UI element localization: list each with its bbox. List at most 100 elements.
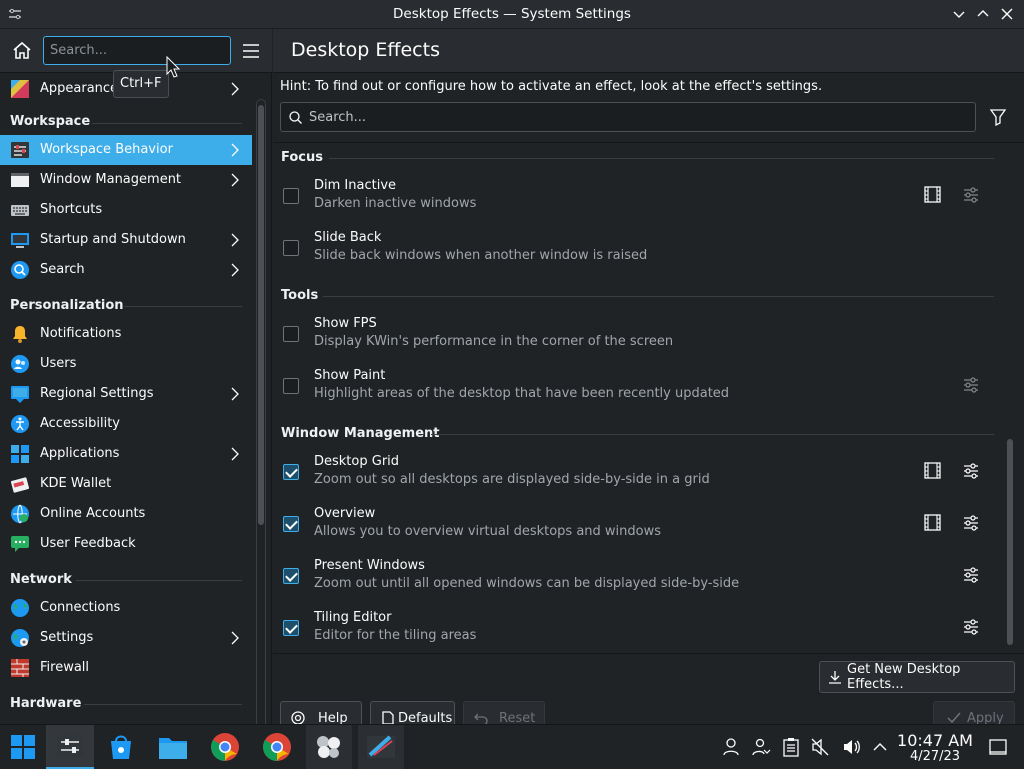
sidebar: Appearance Workspace Workspace Behavior … bbox=[0, 29, 272, 753]
taskbar-file-manager[interactable] bbox=[150, 725, 196, 769]
sidebar-item-network-settings[interactable]: Settings bbox=[0, 623, 252, 653]
show-desktop-icon[interactable] bbox=[988, 737, 1008, 757]
sidebar-item-users[interactable]: Users bbox=[0, 349, 252, 379]
configure-icon[interactable] bbox=[962, 618, 980, 636]
sidebar-search-input[interactable] bbox=[44, 37, 230, 64]
effect-checkbox[interactable] bbox=[283, 620, 299, 636]
sidebar-item-label: Search bbox=[40, 262, 85, 277]
taskbar-app-7[interactable] bbox=[306, 725, 352, 769]
file-manager-icon bbox=[159, 738, 187, 759]
globe-icon bbox=[11, 599, 29, 617]
effect-checkbox[interactable] bbox=[283, 188, 299, 204]
sidebar-item-label: Workspace Behavior bbox=[40, 142, 173, 157]
sidebar-item-user-feedback[interactable]: User Feedback bbox=[0, 529, 252, 559]
taskbar: 10:47 AM 4/27/23 bbox=[0, 724, 1024, 769]
wallet-icon bbox=[10, 477, 30, 493]
effect-checkbox[interactable] bbox=[283, 378, 299, 394]
app-launcher-icon bbox=[11, 735, 35, 759]
chevron-right-icon bbox=[231, 263, 239, 277]
sidebar-search-field[interactable] bbox=[43, 36, 231, 65]
sidebar-item-regional-settings[interactable]: Regional Settings bbox=[0, 379, 252, 409]
chevron-up-icon[interactable] bbox=[870, 737, 890, 757]
close-button[interactable] bbox=[998, 5, 1016, 23]
sidebar-item-search[interactable]: Search bbox=[0, 255, 252, 285]
group-divider bbox=[329, 158, 994, 159]
configure-icon[interactable] bbox=[962, 462, 980, 480]
mouse-cursor-icon bbox=[166, 56, 180, 78]
download-icon bbox=[829, 671, 841, 684]
effect-checkbox[interactable] bbox=[283, 240, 299, 256]
video-preview-icon[interactable] bbox=[924, 186, 941, 203]
video-preview-icon[interactable] bbox=[924, 514, 941, 531]
taskbar-discover[interactable] bbox=[98, 725, 144, 769]
group-header-tools: Tools bbox=[281, 288, 319, 303]
get-new-effects-button[interactable]: Get New Desktop Effects... bbox=[819, 661, 1015, 693]
effect-description: Slide back windows when another window i… bbox=[314, 248, 648, 263]
effect-title: Slide Back bbox=[314, 230, 382, 245]
user-switch-icon[interactable] bbox=[751, 737, 771, 757]
audio-muted-icon[interactable] bbox=[810, 737, 830, 757]
sidebar-item-window-management[interactable]: Window Management bbox=[0, 165, 252, 195]
configure-icon[interactable] bbox=[962, 376, 980, 394]
effect-checkbox[interactable] bbox=[283, 464, 299, 480]
user-icon[interactable] bbox=[721, 737, 741, 757]
taskbar-chrome-1[interactable] bbox=[202, 725, 248, 769]
sidebar-item-applications[interactable]: Applications bbox=[0, 439, 252, 469]
feedback-icon bbox=[11, 536, 29, 552]
sidebar-item-connections[interactable]: Connections bbox=[0, 593, 252, 623]
sidebar-item-startup-shutdown[interactable]: Startup and Shutdown bbox=[0, 225, 252, 255]
effects-search-input[interactable] bbox=[309, 103, 969, 131]
effect-title: Desktop Grid bbox=[314, 454, 400, 469]
filter-icon[interactable] bbox=[989, 108, 1007, 126]
section-hardware: Hardware bbox=[10, 696, 82, 711]
clock-time: 10:47 AM bbox=[897, 731, 973, 750]
users-icon bbox=[11, 355, 29, 373]
clock[interactable]: 10:47 AM 4/27/23 bbox=[896, 732, 974, 764]
workspace-behavior-icon bbox=[11, 142, 29, 158]
search-icon bbox=[11, 261, 29, 279]
effect-row-overview: Overview Allows you to overview virtual … bbox=[273, 500, 1003, 552]
appearance-icon bbox=[11, 80, 29, 98]
sidebar-item-kde-wallet[interactable]: KDE Wallet bbox=[0, 469, 252, 499]
sidebar-item-label: Settings bbox=[40, 630, 94, 645]
taskbar-app-8[interactable] bbox=[358, 725, 404, 769]
taskbar-system-settings[interactable] bbox=[46, 725, 94, 769]
chevron-right-icon bbox=[231, 233, 239, 247]
section-divider bbox=[92, 123, 242, 124]
effect-checkbox[interactable] bbox=[283, 516, 299, 532]
app-launcher-button[interactable] bbox=[0, 725, 46, 769]
sidebar-scrollbar-thumb[interactable] bbox=[258, 105, 264, 525]
configure-icon[interactable] bbox=[962, 514, 980, 532]
effect-checkbox[interactable] bbox=[283, 326, 299, 342]
sidebar-item-shortcuts[interactable]: Shortcuts bbox=[0, 195, 252, 225]
sidebar-item-firewall[interactable]: Firewall bbox=[0, 653, 252, 683]
sidebar-item-workspace-behavior[interactable]: Workspace Behavior bbox=[0, 135, 252, 165]
sidebar-header bbox=[0, 29, 272, 73]
section-divider bbox=[84, 704, 242, 705]
minimize-button[interactable] bbox=[950, 5, 968, 23]
effect-title: Show FPS bbox=[314, 316, 377, 331]
sidebar-item-accessibility[interactable]: Accessibility bbox=[0, 409, 252, 439]
taskbar-chrome-2[interactable] bbox=[254, 725, 300, 769]
sidebar-item-online-accounts[interactable]: Online Accounts bbox=[0, 499, 252, 529]
online-accounts-icon bbox=[11, 504, 29, 524]
maximize-button[interactable] bbox=[974, 5, 992, 23]
configure-icon[interactable] bbox=[962, 186, 980, 204]
hamburger-menu-icon[interactable] bbox=[241, 41, 261, 61]
accessibility-icon bbox=[11, 415, 29, 433]
page-title: Desktop Effects bbox=[291, 39, 440, 61]
chevron-right-icon bbox=[231, 631, 239, 645]
effects-scrollbar-thumb[interactable] bbox=[1007, 439, 1013, 645]
effects-search-field[interactable] bbox=[280, 102, 976, 132]
configure-icon[interactable] bbox=[962, 566, 980, 584]
title-bar[interactable]: Desktop Effects — System Settings bbox=[0, 0, 1024, 29]
effect-checkbox[interactable] bbox=[283, 568, 299, 584]
video-preview-icon[interactable] bbox=[924, 462, 941, 479]
sidebar-item-notifications[interactable]: Notifications bbox=[0, 319, 252, 349]
effect-description: Darken inactive windows bbox=[314, 196, 477, 211]
home-icon[interactable] bbox=[10, 39, 34, 63]
volume-icon[interactable] bbox=[841, 737, 861, 757]
clipboard-icon[interactable] bbox=[781, 737, 801, 757]
group-header-window-management: Window Management bbox=[281, 426, 440, 441]
effect-description: Zoom out so all desktops are displayed s… bbox=[314, 472, 710, 487]
